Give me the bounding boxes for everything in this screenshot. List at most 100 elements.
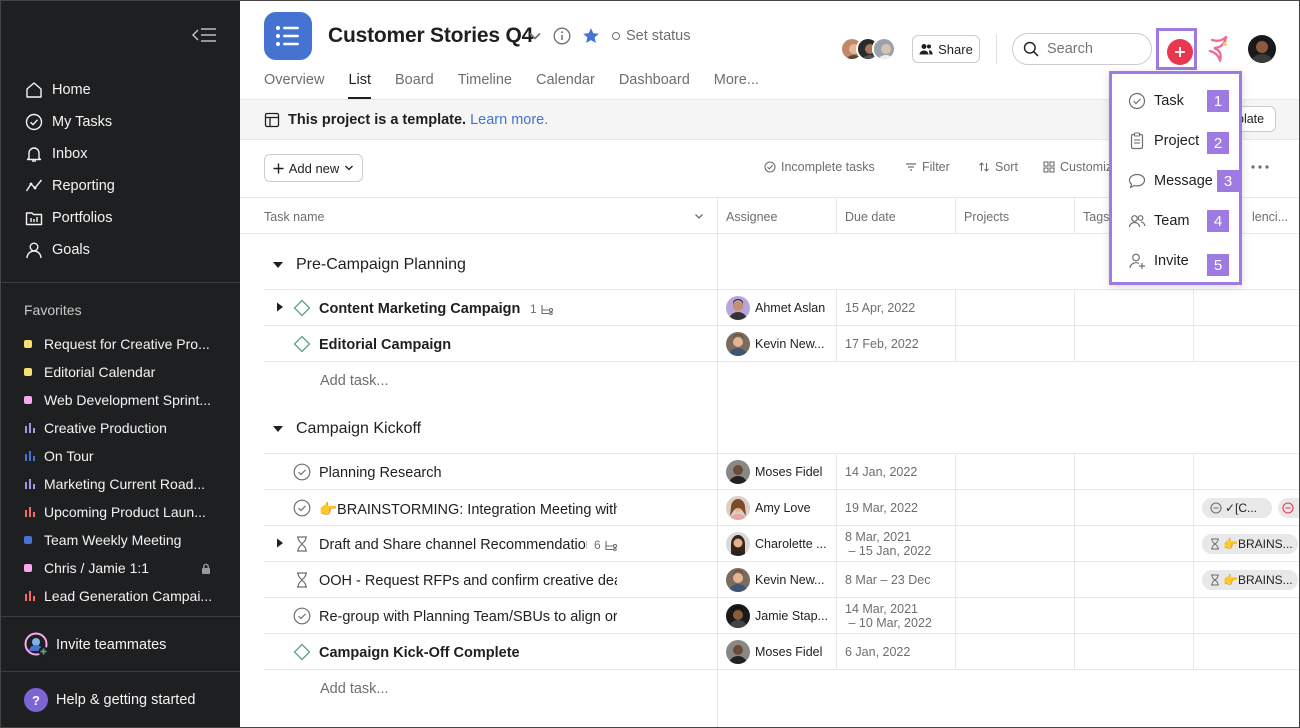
- assignee-cell[interactable]: Moses Fidel: [726, 460, 822, 484]
- due-date[interactable]: 15 Apr, 2022: [845, 301, 915, 315]
- menu-item-message[interactable]: Message: [1128, 172, 1213, 190]
- favorite-item[interactable]: Request for Creative Pro...: [0, 330, 240, 358]
- expand-triangle-icon[interactable]: [276, 538, 284, 548]
- due-date[interactable]: 14 Mar, 2021 – 10 Mar, 2022: [845, 602, 932, 630]
- favorite-item[interactable]: Lead Generation Campai...: [0, 582, 240, 610]
- filter-button[interactable]: Filter: [905, 160, 950, 174]
- search-input[interactable]: [1047, 41, 1137, 57]
- star-icon[interactable]: [582, 27, 600, 45]
- table-row[interactable]: OOH - Request RFPs and confirm creative …: [264, 562, 1300, 598]
- search-box[interactable]: [1012, 33, 1152, 65]
- more-options-icon[interactable]: [1251, 165, 1269, 169]
- learn-more-link[interactable]: Learn more.: [470, 112, 548, 128]
- add-new-button[interactable]: Add new: [264, 154, 363, 182]
- set-status-button[interactable]: Set status: [612, 28, 690, 44]
- user-avatar[interactable]: [1248, 35, 1276, 63]
- menu-item-project[interactable]: Project: [1128, 132, 1199, 150]
- table-row[interactable]: 👉BRAINSTORMING: Integration Meeting with…: [264, 490, 1300, 526]
- task-name[interactable]: Planning Research: [319, 465, 617, 481]
- tab-overview[interactable]: Overview: [264, 72, 324, 99]
- assignee-cell[interactable]: Kevin New...: [726, 568, 824, 592]
- due-date[interactable]: 19 Mar, 2022: [845, 501, 918, 515]
- due-date[interactable]: 17 Feb, 2022: [845, 337, 919, 351]
- task-name[interactable]: Editorial Campaign: [319, 337, 617, 353]
- dependency-tag[interactable]: ✓[C...: [1202, 498, 1272, 518]
- due-date[interactable]: 6 Jan, 2022: [845, 645, 910, 659]
- sort-button[interactable]: Sort: [978, 160, 1018, 174]
- favorite-item[interactable]: Chris / Jamie 1:1: [0, 554, 240, 582]
- table-row[interactable]: Content Marketing Campaign 1 Ahmet Aslan…: [264, 290, 1300, 326]
- column-projects[interactable]: Projects: [964, 210, 1009, 224]
- asana-logo-icon[interactable]: [1208, 36, 1230, 62]
- customize-button[interactable]: Customiz: [1043, 160, 1112, 174]
- collapse-triangle-icon[interactable]: [272, 425, 284, 433]
- hourglass-icon[interactable]: [293, 571, 311, 589]
- milestone-icon[interactable]: [293, 643, 311, 661]
- task-name[interactable]: OOH - Request RFPs and confirm creative …: [319, 573, 617, 589]
- dependency-tag[interactable]: 👉BRAINS...: [1202, 570, 1298, 590]
- column-tags[interactable]: Tags: [1083, 210, 1109, 224]
- task-name[interactable]: Content Marketing Campaign: [319, 301, 524, 317]
- check-circle-icon[interactable]: [293, 607, 311, 625]
- assignee-cell[interactable]: Amy Love: [726, 496, 811, 520]
- due-date[interactable]: 8 Mar, 2021 – 15 Jan, 2022: [845, 530, 931, 558]
- add-task-link[interactable]: Add task...: [320, 373, 389, 389]
- section-header[interactable]: Pre-Campaign Planning: [272, 256, 466, 274]
- assignee-cell[interactable]: Jamie Stap...: [726, 604, 828, 628]
- tab-timeline[interactable]: Timeline: [458, 72, 512, 99]
- due-date[interactable]: 14 Jan, 2022: [845, 465, 917, 479]
- check-circle-icon[interactable]: [293, 463, 311, 481]
- table-row[interactable]: Draft and Share channel Recommendation 6…: [264, 526, 1300, 562]
- dependency-tag[interactable]: [1278, 498, 1300, 518]
- task-name[interactable]: Draft and Share channel Recommendation: [319, 537, 587, 553]
- tab-dashboard[interactable]: Dashboard: [619, 72, 690, 99]
- menu-item-invite[interactable]: Invite: [1128, 252, 1189, 270]
- task-name[interactable]: Campaign Kick-Off Complete: [319, 645, 617, 661]
- menu-item-task[interactable]: Task: [1128, 92, 1184, 110]
- subtask-count[interactable]: 6: [594, 538, 618, 552]
- tab-board[interactable]: Board: [395, 72, 434, 99]
- milestone-icon[interactable]: [293, 299, 311, 317]
- due-date[interactable]: 8 Mar – 23 Dec: [845, 573, 930, 587]
- column-assignee[interactable]: Assignee: [726, 210, 777, 224]
- favorite-item[interactable]: Marketing Current Road...: [0, 470, 240, 498]
- add-task-link[interactable]: Add task...: [320, 681, 389, 697]
- milestone-icon[interactable]: [293, 335, 311, 353]
- column-due-date[interactable]: Due date: [845, 210, 896, 224]
- assignee-cell[interactable]: Moses Fidel: [726, 640, 822, 664]
- tab-more[interactable]: More...: [714, 72, 759, 99]
- menu-item-team[interactable]: Team: [1128, 212, 1189, 230]
- info-icon[interactable]: [553, 27, 571, 45]
- quick-add-button[interactable]: [1167, 39, 1193, 65]
- sidebar-item-inbox[interactable]: Inbox: [0, 138, 240, 170]
- hourglass-icon[interactable]: [293, 535, 311, 553]
- table-row[interactable]: Editorial Campaign Kevin New... 17 Feb, …: [264, 326, 1300, 362]
- column-dependencies[interactable]: lenci...: [1252, 210, 1288, 224]
- column-task-name[interactable]: Task name: [264, 210, 324, 224]
- check-circle-icon[interactable]: [293, 499, 311, 517]
- favorite-item[interactable]: Editorial Calendar: [0, 358, 240, 386]
- favorite-item[interactable]: Web Development Sprint...: [0, 386, 240, 414]
- help-button[interactable]: ? Help & getting started: [24, 688, 195, 712]
- favorite-item[interactable]: Creative Production: [0, 414, 240, 442]
- table-row[interactable]: Campaign Kick-Off Complete Moses Fidel 6…: [264, 634, 1300, 670]
- table-row[interactable]: Planning Research Moses Fidel 14 Jan, 20…: [264, 454, 1300, 490]
- chevron-down-icon[interactable]: [694, 213, 704, 220]
- section-header[interactable]: Campaign Kickoff: [272, 420, 421, 438]
- favorite-item[interactable]: Upcoming Product Laun...: [0, 498, 240, 526]
- favorite-item[interactable]: Team Weekly Meeting: [0, 526, 240, 554]
- chevron-down-icon[interactable]: [528, 31, 542, 41]
- tab-calendar[interactable]: Calendar: [536, 72, 595, 99]
- expand-triangle-icon[interactable]: [276, 302, 284, 312]
- task-name[interactable]: Re-group with Planning Team/SBUs to alig…: [319, 609, 617, 625]
- assignee-cell[interactable]: Ahmet Aslan: [726, 296, 825, 320]
- task-name[interactable]: 👉BRAINSTORMING: Integration Meeting with: [319, 501, 617, 518]
- tab-list[interactable]: List: [348, 72, 371, 99]
- assignee-cell[interactable]: Charolette ...: [726, 532, 827, 556]
- sidebar-item-my-tasks[interactable]: My Tasks: [0, 106, 240, 138]
- favorite-item[interactable]: On Tour: [0, 442, 240, 470]
- project-list-icon[interactable]: [264, 12, 312, 60]
- sidebar-item-goals[interactable]: Goals: [0, 234, 240, 266]
- sidebar-item-reporting[interactable]: Reporting: [0, 170, 240, 202]
- share-button[interactable]: Share: [912, 35, 980, 63]
